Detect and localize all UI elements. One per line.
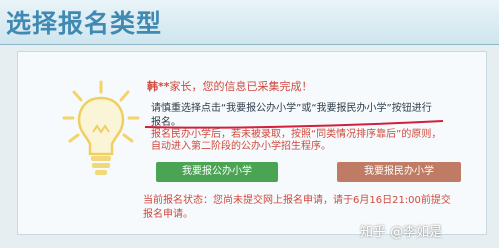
status-line-2: 报名申请。	[143, 209, 193, 220]
status-line-1: 当前报名状态：您尚未提交网上报名申请，请于6月16日21:00前提交	[143, 195, 451, 206]
parent-name: 韩**	[147, 80, 170, 93]
greeting-message: 家长，您的信息已采集完成！	[169, 80, 313, 93]
private-school-button[interactable]: 我要报民办小学	[337, 162, 461, 182]
page-title: 选择报名类型	[6, 9, 163, 38]
watermark: 知乎 @李如是	[360, 225, 443, 240]
page-header: 选择报名类型	[0, 0, 499, 45]
lightbulb-icon	[62, 80, 140, 175]
instruction-line-1: 请慎重选择点击“我要报公办小学”或“我要报民办小学”按钮进行	[151, 103, 432, 114]
greeting-text: 韩**家长，您的信息已采集完成！	[147, 80, 313, 93]
notice-line-2: 自动进入第二阶段的公办小学招生程序。	[151, 141, 331, 152]
public-school-button[interactable]: 我要报公办小学	[156, 162, 278, 182]
